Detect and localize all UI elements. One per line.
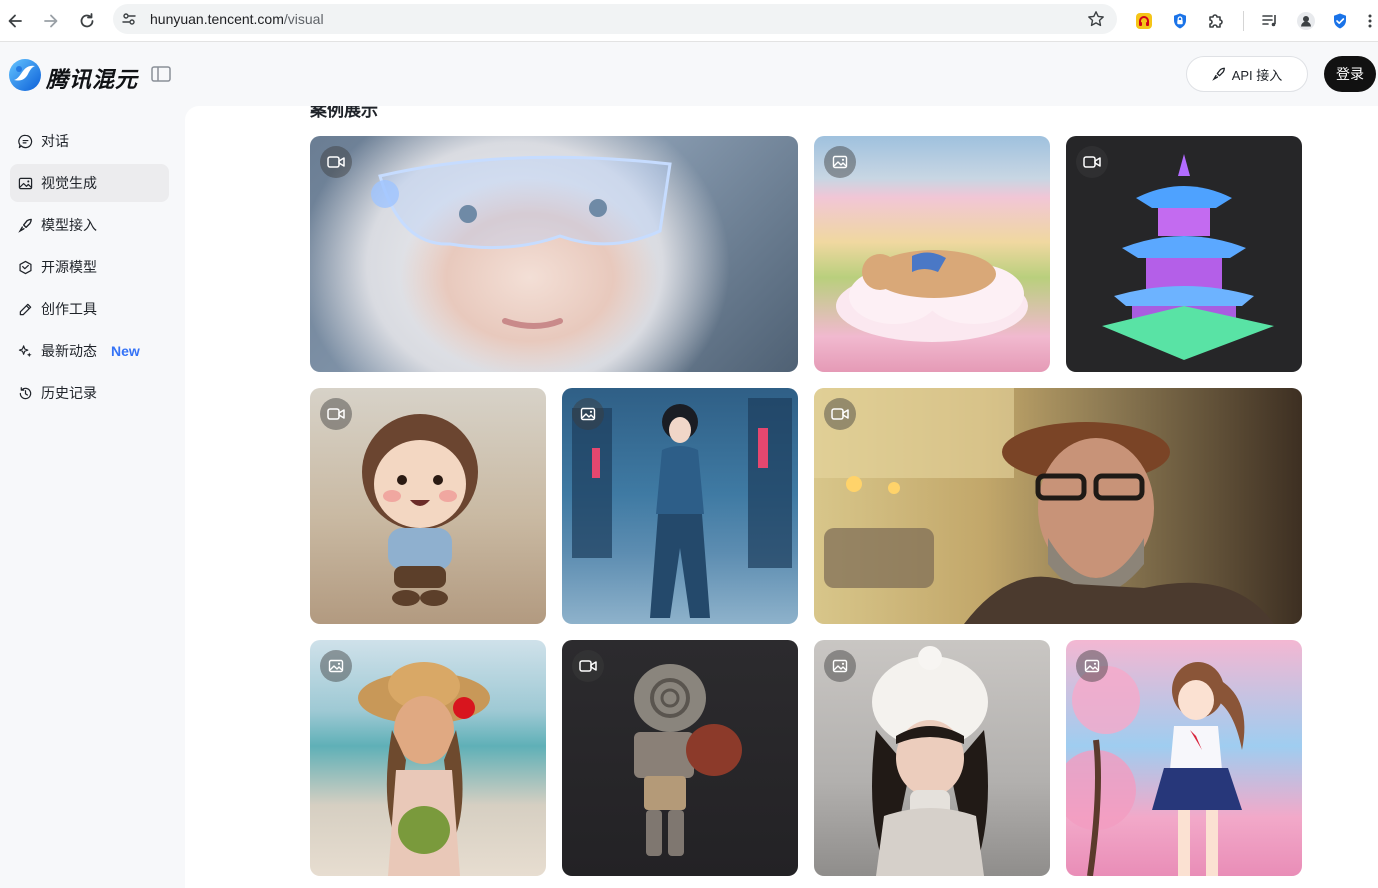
sidebar-item-creative-tools[interactable]: 创作工具 bbox=[10, 290, 169, 328]
sidebar-item-label: 视觉生成 bbox=[41, 175, 97, 191]
sidebar-item-label: 最新动态 bbox=[41, 343, 97, 359]
image-icon bbox=[328, 659, 344, 673]
old-man-illustration bbox=[814, 388, 1274, 624]
sidebar-item-label: 开源模型 bbox=[41, 259, 97, 275]
cube-icon bbox=[19, 260, 32, 274]
card-cat-clouds[interactable] bbox=[814, 136, 1050, 372]
extension-headphones-icon[interactable] bbox=[1130, 7, 1158, 35]
sidebar-item-open-source[interactable]: 开源模型 bbox=[10, 248, 169, 286]
image-icon bbox=[832, 659, 848, 673]
sidebar-item-history[interactable]: 历史记录 bbox=[10, 374, 169, 412]
card-snow-girl[interactable] bbox=[814, 640, 1050, 876]
login-button[interactable]: 登录 bbox=[1324, 56, 1376, 92]
image-badge bbox=[1076, 650, 1108, 682]
sidebar: 对话 视觉生成 模型接入 开源模型 创作工具 最新动态 New 历史记录 bbox=[0, 106, 185, 888]
sidebar-panel-icon bbox=[151, 66, 171, 82]
video-badge bbox=[824, 398, 856, 430]
card-felt-doll[interactable] bbox=[310, 388, 546, 624]
image-badge bbox=[320, 650, 352, 682]
profile-avatar-icon[interactable] bbox=[1292, 7, 1320, 35]
video-camera-icon bbox=[327, 156, 345, 168]
image-badge bbox=[824, 650, 856, 682]
video-camera-icon bbox=[579, 660, 597, 672]
back-button[interactable] bbox=[1, 7, 29, 35]
pen-icon bbox=[19, 303, 32, 315]
rocket-icon bbox=[18, 218, 32, 233]
section-title: 案例展示 bbox=[310, 106, 378, 120]
browser-toolbar: hunyuan.tencent.com/visual bbox=[0, 0, 1378, 42]
toolbar-separator bbox=[1243, 11, 1244, 31]
video-badge bbox=[320, 146, 352, 178]
video-camera-icon bbox=[1083, 156, 1101, 168]
sidebar-item-label: 对话 bbox=[41, 133, 69, 149]
image-badge bbox=[824, 146, 856, 178]
sidebar-item-label: 创作工具 bbox=[41, 301, 97, 317]
media-control-icon[interactable] bbox=[1256, 7, 1284, 35]
sidebar-item-visual-generation[interactable]: 视觉生成 bbox=[10, 164, 169, 202]
video-camera-icon bbox=[831, 408, 849, 420]
rocket-icon bbox=[1211, 67, 1225, 81]
image-icon bbox=[580, 407, 596, 421]
card-glasses-girl[interactable] bbox=[310, 136, 798, 372]
sidebar-toggle-button[interactable] bbox=[151, 66, 171, 87]
chat-icon bbox=[18, 134, 33, 148]
card-old-man-beret[interactable] bbox=[814, 388, 1302, 624]
reload-button[interactable] bbox=[73, 7, 101, 35]
extension-check-shield-icon[interactable] bbox=[1326, 7, 1354, 35]
history-icon bbox=[19, 386, 32, 399]
sidebar-item-model-access[interactable]: 模型接入 bbox=[10, 206, 169, 244]
app-header: 腾讯混元 API 接入 登录 bbox=[0, 42, 1378, 106]
image-icon bbox=[1084, 659, 1100, 673]
extensions-puzzle-icon[interactable] bbox=[1202, 7, 1230, 35]
brand-name[interactable]: 腾讯混元 bbox=[46, 62, 138, 94]
site-settings-icon[interactable] bbox=[121, 11, 137, 32]
new-badge: New bbox=[111, 343, 140, 359]
forward-button[interactable] bbox=[37, 7, 65, 35]
api-access-label: API 接入 bbox=[1231, 67, 1283, 83]
glasses-illustration bbox=[371, 155, 672, 329]
hunyuan-logo-icon[interactable] bbox=[8, 58, 42, 92]
card-robot-boxer[interactable] bbox=[562, 640, 798, 876]
video-camera-icon bbox=[327, 408, 345, 420]
arrow-right-icon bbox=[44, 14, 58, 28]
card-anime-sakura[interactable] bbox=[1066, 640, 1302, 876]
card-cyborg-girl[interactable] bbox=[562, 388, 798, 624]
extension-shield-icon[interactable] bbox=[1166, 7, 1194, 35]
arrow-left-icon bbox=[8, 14, 22, 28]
address-bar[interactable]: hunyuan.tencent.com/visual bbox=[113, 4, 1117, 34]
video-badge bbox=[320, 398, 352, 430]
sidebar-item-label: 模型接入 bbox=[41, 217, 97, 233]
card-beach-girl[interactable] bbox=[310, 640, 546, 876]
browser-menu-icon[interactable] bbox=[1362, 7, 1378, 35]
card-pagoda-3d[interactable] bbox=[1066, 136, 1302, 372]
sparkle-icon bbox=[18, 344, 32, 357]
sidebar-item-latest-news[interactable]: 最新动态 New bbox=[10, 332, 169, 370]
sidebar-item-chat[interactable]: 对话 bbox=[10, 122, 169, 160]
video-badge bbox=[572, 650, 604, 682]
sidebar-item-label: 历史记录 bbox=[41, 385, 97, 401]
image-badge bbox=[572, 398, 604, 430]
reload-icon bbox=[80, 13, 94, 28]
image-icon bbox=[832, 155, 848, 169]
api-access-button[interactable]: API 接入 bbox=[1186, 56, 1308, 92]
video-badge bbox=[1076, 146, 1108, 178]
main-content: 案例展示 bbox=[185, 106, 1378, 888]
bookmark-star-icon[interactable] bbox=[1087, 10, 1105, 33]
url-text: hunyuan.tencent.com/visual bbox=[150, 11, 324, 27]
image-icon bbox=[18, 177, 33, 189]
